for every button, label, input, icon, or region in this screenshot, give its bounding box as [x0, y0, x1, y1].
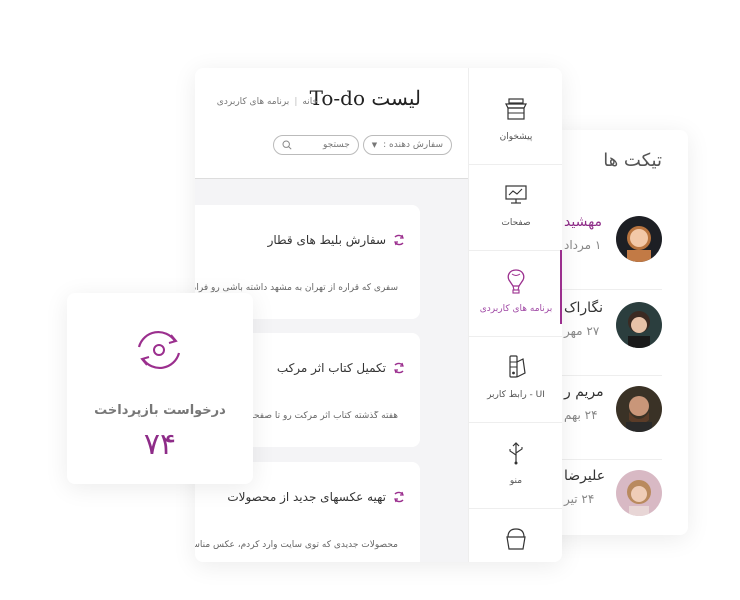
color-swatch-icon: [509, 355, 526, 378]
ticket-date: ۲۷ مهر: [564, 324, 600, 338]
sort-label: سفارش دهنده :: [383, 140, 443, 150]
ticket-date: ۱ مرداد: [564, 238, 602, 252]
balloon-icon: [507, 269, 525, 294]
nav-item-ui[interactable]: رابط کاربر - UI: [469, 336, 562, 423]
breadcrumb-home[interactable]: خانه: [302, 97, 318, 107]
task-title: سفارش بلیط های قطار: [267, 233, 386, 247]
task-header: تکمیل کتاب اثر مرکب: [277, 361, 406, 375]
search-input[interactable]: جستجو: [272, 135, 359, 155]
bucket-icon: [506, 528, 526, 550]
divider: [560, 289, 662, 290]
ticket-date: ۲۴ بهم: [564, 408, 598, 422]
breadcrumb: خانه|برنامه های کاربردی: [216, 97, 318, 107]
nav-label: برنامه های کاربردی: [479, 304, 553, 314]
ticket-name: نگاراک: [564, 300, 604, 316]
refresh-icon: [394, 234, 404, 246]
search-icon: [282, 140, 292, 150]
avatar: [616, 302, 662, 348]
ticket-name: علیرضا: [564, 468, 606, 484]
nav-label: منو: [509, 476, 523, 486]
ticket-name: مهشید: [564, 214, 603, 230]
sort-dropdown[interactable]: سفارش دهنده : ▼: [362, 135, 452, 155]
ticket-name: مریم ر: [564, 384, 604, 400]
divider: [195, 178, 468, 179]
refresh-icon: [394, 491, 404, 503]
refresh-icon: [394, 362, 404, 374]
task-header: تهیه عکسهای جدید از محصولات: [227, 490, 406, 504]
refresh-icon: [137, 331, 181, 369]
nav-item-apps[interactable]: برنامه های کاربردی: [469, 250, 562, 337]
refund-value: ۷۴: [143, 427, 177, 462]
caret-down-icon: ▼: [371, 141, 378, 149]
avatar: [616, 216, 662, 262]
nav-item-menu[interactable]: منو: [469, 422, 562, 509]
refund-card: درخواست بازپرداخت ۷۴: [67, 293, 253, 484]
usb-icon: [509, 442, 523, 465]
search-placeholder: جستجو: [322, 140, 350, 150]
task-description: محصولات جدیدی که توی سایت وارد کردم، عکس…: [195, 540, 398, 550]
nav-item-pages[interactable]: صفحات: [469, 164, 562, 251]
nav-label: صفحات: [501, 218, 531, 228]
task-header: سفارش بلیط های قطار: [268, 233, 406, 247]
nav-item-dashboard[interactable]: پیشخوان: [469, 78, 562, 165]
nav-label: رابط کاربر - UI: [487, 390, 545, 400]
nav-item-more[interactable]: [469, 508, 562, 562]
todo-controls: سفارش دهنده : ▼ جستجو: [272, 135, 452, 155]
shop-icon: [505, 98, 527, 120]
task-description: سفری که قراره از تهران به مشهد داشته باش…: [195, 283, 398, 293]
ticket-date: ۲۴ تیر: [564, 492, 595, 506]
tickets-title: تیکت ها: [603, 150, 662, 171]
nav-label: پیشخوان: [499, 132, 533, 142]
breadcrumb-apps[interactable]: برنامه های کاربردی: [217, 97, 290, 107]
side-nav: پیشخوان صفحات برنامه های کاربردی رابط کا…: [468, 68, 562, 562]
avatar: [616, 470, 662, 516]
avatar: [616, 386, 662, 432]
todo-header: لیست To-do خانه|برنامه های کاربردی سفارش…: [195, 68, 468, 178]
refund-label: درخواست بازپرداخت: [94, 403, 226, 418]
task-title: تکمیل کتاب اثر مرکب: [276, 361, 386, 375]
page-title: لیست To-do: [309, 86, 421, 110]
active-indicator: [560, 250, 562, 324]
monitor-chart-icon: [505, 185, 527, 204]
task-title: تهیه عکسهای جدید از محصولات: [227, 490, 386, 504]
